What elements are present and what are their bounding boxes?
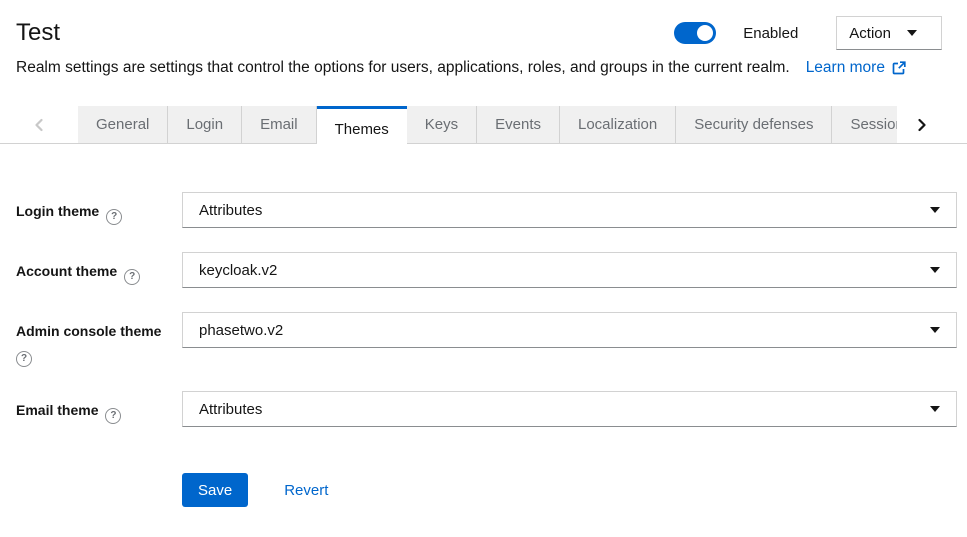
help-icon[interactable]: ? xyxy=(124,269,140,285)
chevron-down-icon xyxy=(930,406,940,412)
tab-events[interactable]: Events xyxy=(477,106,560,143)
email-theme-label-cell: Email theme? xyxy=(16,391,171,424)
tabs-scroll-right-button[interactable] xyxy=(897,106,947,143)
learn-more-link[interactable]: Learn more xyxy=(806,58,906,78)
login-theme-select[interactable]: Attributes xyxy=(182,192,957,228)
header-top-row: Test Enabled Action xyxy=(16,16,942,50)
enabled-toggle-label: Enabled xyxy=(743,25,798,42)
chevron-down-icon xyxy=(907,30,917,36)
email-theme-select[interactable]: Attributes xyxy=(182,391,957,427)
help-icon[interactable]: ? xyxy=(106,209,122,225)
admin-console-theme-label: Admin console theme xyxy=(16,323,161,339)
form-actions: Save Revert xyxy=(182,473,957,507)
tab-themes[interactable]: Themes xyxy=(317,106,407,149)
login-theme-row: Login theme? Attributes xyxy=(16,192,957,228)
login-theme-value: Attributes xyxy=(199,202,262,219)
admin-console-theme-value: phasetwo.v2 xyxy=(199,322,283,339)
action-menu-button[interactable]: Action xyxy=(836,16,942,50)
learn-more-label: Learn more xyxy=(806,58,885,78)
chevron-down-icon xyxy=(930,267,940,273)
themes-form: Login theme? Attributes Account theme? k… xyxy=(16,192,957,507)
chevron-left-icon xyxy=(34,117,44,133)
tab-email[interactable]: Email xyxy=(242,106,317,143)
tabs-list: General Login Email Themes Keys Events L… xyxy=(78,106,897,149)
page-description: Realm settings are settings that control… xyxy=(16,58,790,78)
enabled-toggle[interactable] xyxy=(674,22,716,44)
tab-security-defenses[interactable]: Security defenses xyxy=(676,106,832,143)
tab-localization[interactable]: Localization xyxy=(560,106,676,143)
save-button[interactable]: Save xyxy=(182,473,248,507)
account-theme-row: Account theme? keycloak.v2 xyxy=(16,252,957,288)
login-theme-label-cell: Login theme? xyxy=(16,192,171,225)
chevron-down-icon xyxy=(930,327,940,333)
admin-console-theme-row: Admin console theme? phasetwo.v2 xyxy=(16,312,957,367)
toggle-knob-icon xyxy=(697,25,713,41)
header-controls: Enabled Action xyxy=(674,16,942,50)
email-theme-row: Email theme? Attributes xyxy=(16,391,957,427)
action-menu-label: Action xyxy=(849,25,891,42)
account-theme-value: keycloak.v2 xyxy=(199,262,277,279)
account-theme-label: Account theme xyxy=(16,263,117,279)
tabs-scroll-left-button[interactable] xyxy=(0,106,78,143)
account-theme-select[interactable]: keycloak.v2 xyxy=(182,252,957,288)
help-icon[interactable]: ? xyxy=(105,408,121,424)
chevron-right-icon xyxy=(917,117,927,133)
admin-console-theme-label-cell: Admin console theme? xyxy=(16,312,171,367)
realm-settings-page: Test Enabled Action Realm settings are s… xyxy=(0,0,967,507)
tab-keys[interactable]: Keys xyxy=(407,106,477,143)
tab-general[interactable]: General xyxy=(78,106,168,143)
admin-console-theme-select[interactable]: phasetwo.v2 xyxy=(182,312,957,348)
account-theme-label-cell: Account theme? xyxy=(16,252,171,285)
external-link-icon xyxy=(892,61,906,75)
help-icon[interactable]: ? xyxy=(16,351,32,367)
revert-button[interactable]: Revert xyxy=(284,482,328,499)
tab-login[interactable]: Login xyxy=(168,106,242,143)
tab-sessions[interactable]: Sessions xyxy=(832,106,897,143)
page-header: Test Enabled Action Realm settings are s… xyxy=(0,0,967,78)
login-theme-label: Login theme xyxy=(16,203,99,219)
email-theme-value: Attributes xyxy=(199,401,262,418)
email-theme-label: Email theme xyxy=(16,402,98,418)
tab-bar: General Login Email Themes Keys Events L… xyxy=(0,106,967,144)
page-title: Test xyxy=(16,18,60,48)
header-description-row: Realm settings are settings that control… xyxy=(16,58,942,78)
chevron-down-icon xyxy=(930,207,940,213)
